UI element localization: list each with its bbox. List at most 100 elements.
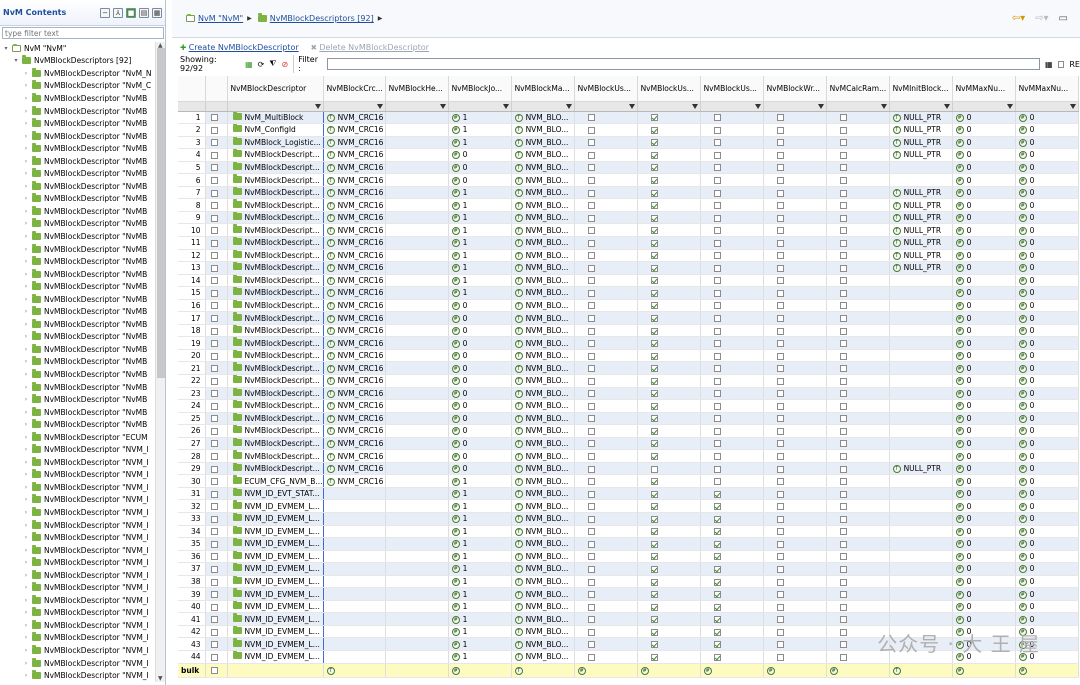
tree-item-descriptor[interactable]: › NvMBlockDescriptor "NVM_I: [0, 456, 155, 469]
boolean-cell[interactable]: [574, 173, 638, 187]
boolean-cell[interactable]: [826, 525, 890, 539]
checkbox[interactable]: [587, 490, 595, 498]
job-priority-cell[interactable]: #1: [448, 575, 512, 589]
header-cell[interactable]: [385, 512, 449, 526]
management-type-cell[interactable]: T NVM_BLO...: [511, 449, 575, 463]
max-num-cell[interactable]: #0: [1015, 324, 1079, 338]
init-block-cell[interactable]: [889, 487, 953, 501]
checked-checkbox[interactable]: [650, 377, 658, 385]
expand-toggle-icon[interactable]: ›: [22, 308, 30, 315]
checkbox[interactable]: [776, 340, 784, 348]
init-block-cell[interactable]: [889, 562, 953, 576]
init-block-cell[interactable]: [889, 499, 953, 513]
row-select[interactable]: [205, 299, 228, 313]
max-num-cell[interactable]: #0: [952, 525, 1016, 539]
checked-checkbox[interactable]: [650, 340, 658, 348]
tree-item-descriptor[interactable]: › NvMBlockDescriptor "NVM_I: [0, 569, 155, 582]
table-row[interactable]: 5 NvMBlockDescript... T NVM_CRC16 #0 T NVM_BLO…: [178, 161, 1079, 175]
max-num-cell[interactable]: #0: [1015, 487, 1079, 501]
link-editor-icon[interactable]: ⅄: [113, 7, 123, 18]
management-type-cell[interactable]: T NVM_BLO...: [511, 550, 575, 564]
boolean-cell[interactable]: [637, 236, 701, 250]
init-block-cell[interactable]: [889, 399, 953, 413]
checkbox[interactable]: [839, 478, 847, 486]
filter-funnel-icon[interactable]: [314, 103, 321, 109]
boolean-cell[interactable]: [763, 499, 827, 513]
descriptor-name-cell[interactable]: NVM_ID_EVMEM_L...: [227, 625, 324, 639]
checkbox[interactable]: [776, 465, 784, 473]
header-cell[interactable]: [385, 550, 449, 564]
job-priority-cell[interactable]: #0: [448, 349, 512, 363]
max-num-cell[interactable]: #0: [952, 474, 1016, 488]
boolean-cell[interactable]: [637, 223, 701, 237]
max-num-cell[interactable]: #0: [952, 537, 1016, 551]
checked-checkbox[interactable]: [713, 503, 721, 511]
job-priority-cell[interactable]: #0: [448, 311, 512, 325]
job-priority-cell[interactable]: #1: [448, 600, 512, 614]
bulk-cell[interactable]: #: [700, 662, 764, 678]
checkbox[interactable]: [776, 528, 784, 536]
checkbox[interactable]: [839, 164, 847, 172]
checkbox[interactable]: [713, 114, 721, 122]
column-header[interactable]: NvMBlockUs...: [574, 76, 638, 102]
tree-item-descriptor[interactable]: › NvMBlockDescriptor "NvMB: [0, 418, 155, 431]
boolean-cell[interactable]: [637, 550, 701, 564]
checkbox[interactable]: [210, 377, 218, 385]
init-block-cell[interactable]: [889, 512, 953, 526]
boolean-cell[interactable]: [826, 575, 890, 589]
job-priority-cell[interactable]: #1: [448, 537, 512, 551]
header-cell[interactable]: [385, 274, 449, 288]
boolean-cell[interactable]: [637, 211, 701, 225]
boolean-cell[interactable]: [637, 148, 701, 162]
boolean-cell[interactable]: [763, 223, 827, 237]
header-cell[interactable]: [385, 136, 449, 150]
checkbox[interactable]: [839, 151, 847, 159]
management-type-cell[interactable]: T NVM_BLO...: [511, 186, 575, 200]
checkbox[interactable]: [713, 327, 721, 335]
management-type-cell[interactable]: T NVM_BLO...: [511, 173, 575, 187]
checkbox[interactable]: [587, 151, 595, 159]
tree-item-descriptor[interactable]: › NvMBlockDescriptor "NVM_I: [0, 544, 155, 557]
checkbox[interactable]: [587, 139, 595, 147]
max-num-cell[interactable]: #0: [952, 211, 1016, 225]
boolean-cell[interactable]: [826, 299, 890, 313]
boolean-cell[interactable]: [574, 625, 638, 639]
expand-toggle-icon[interactable]: ›: [22, 296, 30, 303]
bulk-cell[interactable]: #: [637, 662, 701, 678]
management-type-cell[interactable]: T NVM_BLO...: [511, 650, 575, 664]
descriptor-name-cell[interactable]: NvMBlockDescript...: [227, 223, 324, 237]
tree-filter-input[interactable]: [2, 27, 164, 39]
boolean-cell[interactable]: [637, 324, 701, 338]
row-select[interactable]: [205, 349, 228, 363]
management-type-cell[interactable]: T NVM_BLO...: [511, 123, 575, 137]
boolean-cell[interactable]: [763, 575, 827, 589]
boolean-cell[interactable]: [826, 161, 890, 175]
crc-type-cell[interactable]: [323, 600, 386, 614]
boolean-cell[interactable]: [826, 437, 890, 451]
job-priority-cell[interactable]: #1: [448, 587, 512, 601]
header-cell[interactable]: [385, 198, 449, 212]
crc-type-cell[interactable]: [323, 650, 386, 664]
table-row[interactable]: 2 NvM_ConfigId T NVM_CRC16 #1 T NVM_BLO... T NUL…: [178, 123, 1079, 137]
job-priority-cell[interactable]: #1: [448, 650, 512, 664]
bulk-cell[interactable]: #: [952, 662, 1016, 678]
checkbox[interactable]: [210, 390, 218, 398]
tree-item-descriptor[interactable]: › NvMBlockDescriptor "NVM_I: [0, 494, 155, 507]
table-row[interactable]: 7 NvMBlockDescript... T NVM_CRC16 #1 T NVM_BLO…: [178, 186, 1079, 200]
row-select[interactable]: [205, 525, 228, 539]
checkbox[interactable]: [587, 252, 595, 260]
checkbox[interactable]: [776, 302, 784, 310]
checkbox[interactable]: [587, 427, 595, 435]
job-priority-cell[interactable]: #0: [448, 299, 512, 313]
header-cell[interactable]: [385, 587, 449, 601]
checkbox[interactable]: [713, 202, 721, 210]
max-num-cell[interactable]: #0: [952, 148, 1016, 162]
max-num-cell[interactable]: #0: [952, 249, 1016, 263]
checkbox[interactable]: [839, 465, 847, 473]
max-num-cell[interactable]: #0: [952, 361, 1016, 375]
management-type-cell[interactable]: T NVM_BLO...: [511, 424, 575, 438]
expand-toggle-icon[interactable]: ›: [22, 572, 30, 579]
table-row[interactable]: 32 NVM_ID_EVMEM_L... #1 T NVM_BLO... #0 #0: [178, 499, 1079, 513]
expand-toggle-icon[interactable]: ›: [22, 133, 30, 140]
row-select[interactable]: [205, 136, 228, 150]
